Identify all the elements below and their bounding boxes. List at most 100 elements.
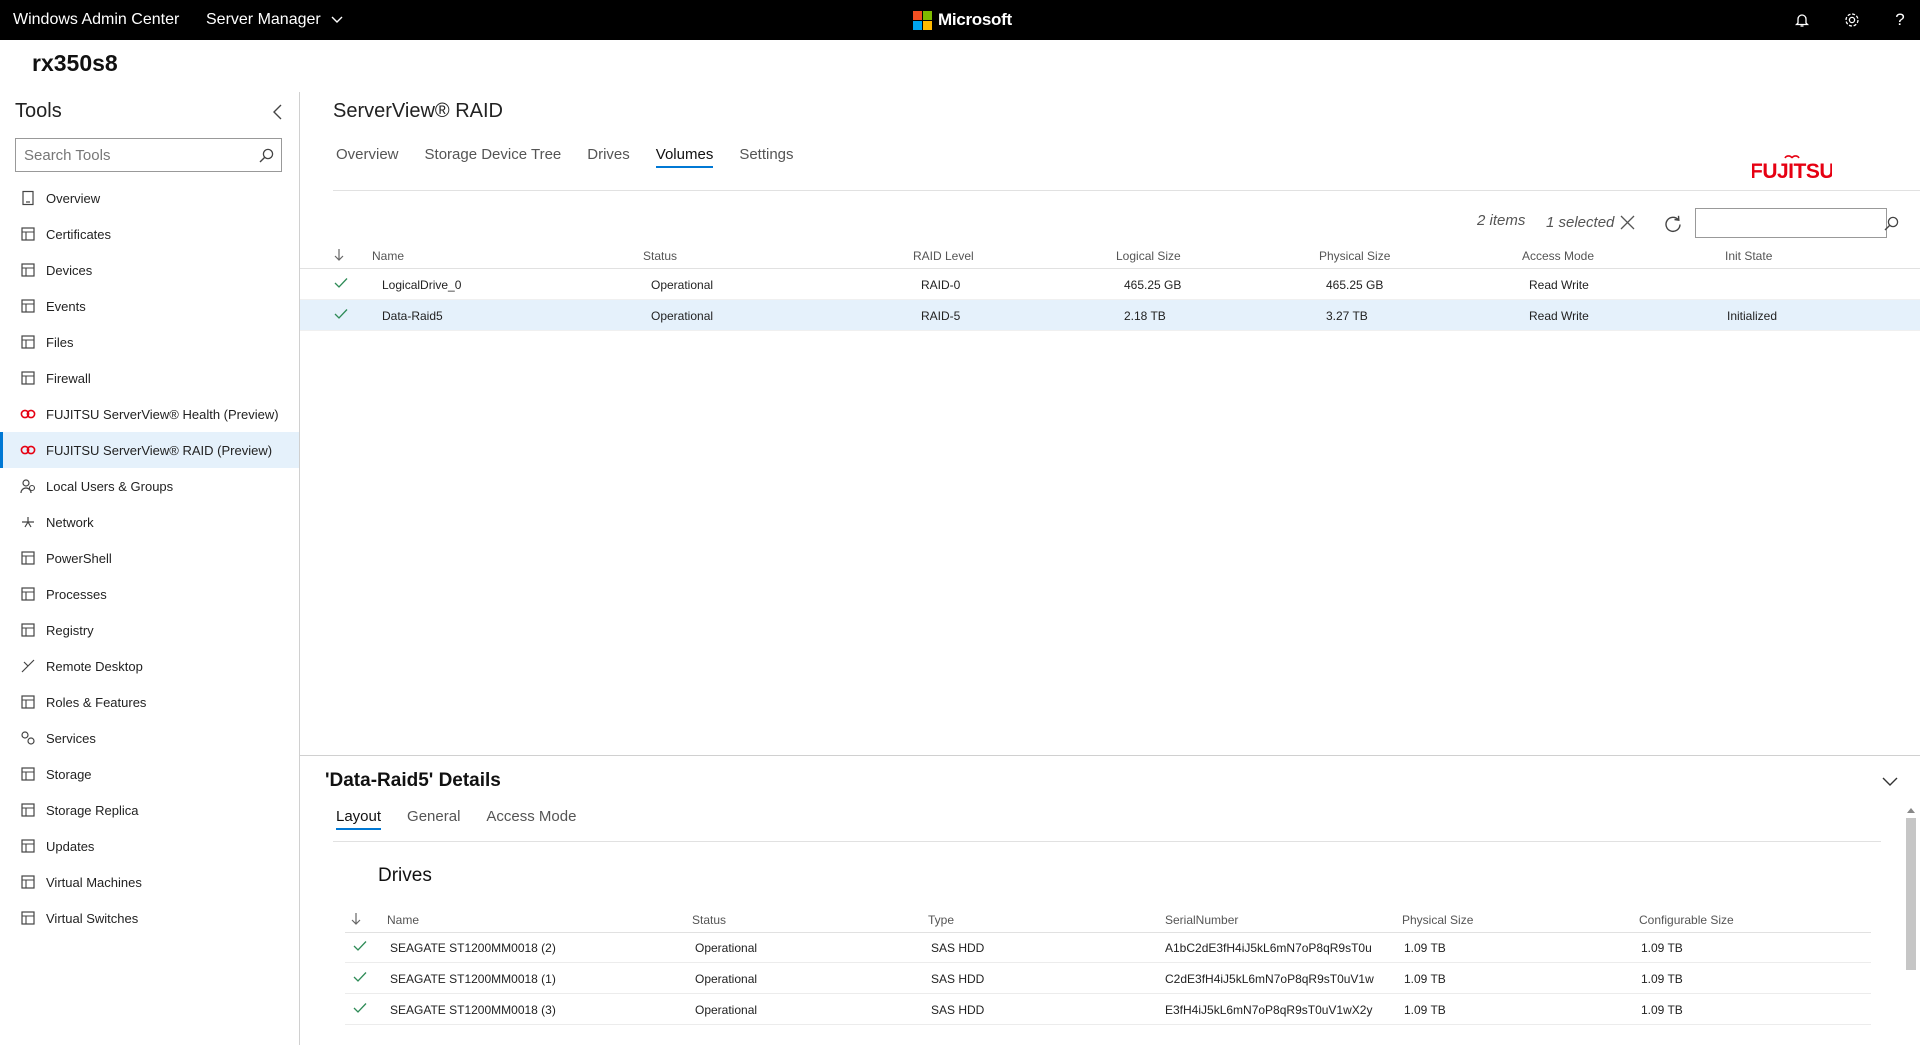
drive-col-header-configurable-size[interactable]: Configurable Size xyxy=(1639,913,1734,927)
volume-row[interactable]: LogicalDrive_0 Operational RAID-0 465.25 GB… xyxy=(300,269,1920,300)
tab-settings[interactable]: Settings xyxy=(739,146,793,168)
tool-item-fujitsu-serverview-health-preview[interactable]: FUJITSU ServerView® Health (Preview) xyxy=(0,396,299,432)
tool-item-registry[interactable]: Registry xyxy=(0,612,299,648)
col-header-name[interactable]: Name xyxy=(372,249,404,263)
tool-item-label: Services xyxy=(46,730,96,746)
collapse-sidebar-button[interactable] xyxy=(268,102,286,122)
processes-icon xyxy=(20,586,36,602)
tool-item-label: FUJITSU ServerView® Health (Preview) xyxy=(46,406,279,422)
help-icon[interactable]: ? xyxy=(1890,10,1910,30)
tool-item-overview[interactable]: Overview xyxy=(0,180,299,216)
drive-col-header-status[interactable]: Status xyxy=(692,913,726,927)
drives-grid-body: SEAGATE ST1200MM0018 (2) Operational SAS H… xyxy=(345,932,1871,1025)
tool-item-label: Network xyxy=(46,514,94,530)
drive-col-header-type[interactable]: Type xyxy=(928,913,954,927)
sort-arrow-icon[interactable] xyxy=(334,248,344,264)
col-header-logical-size[interactable]: Logical Size xyxy=(1116,249,1181,263)
registry-icon xyxy=(20,622,36,638)
cell-status: Operational xyxy=(651,278,714,292)
powershell-icon xyxy=(20,550,36,566)
tool-item-label: Storage xyxy=(46,766,92,782)
cell-serial-number: A1bC2dE3fH4iJ5kL6mN7oP8qR9sT0u xyxy=(1165,941,1372,955)
search-icon[interactable] xyxy=(251,148,281,163)
chevron-left-icon xyxy=(272,104,281,120)
col-header-init-state[interactable]: Init State xyxy=(1725,249,1772,263)
tool-item-label: Roles & Features xyxy=(46,694,147,710)
cell-type: SAS HDD xyxy=(931,972,985,986)
tool-item-storage-replica[interactable]: Storage Replica xyxy=(0,792,299,828)
details-tab-layout[interactable]: Layout xyxy=(336,808,382,830)
gear-icon[interactable] xyxy=(1842,10,1862,30)
col-header-physical-size[interactable]: Physical Size xyxy=(1319,249,1390,263)
drive-col-header-name[interactable]: Name xyxy=(387,913,419,927)
search-icon[interactable] xyxy=(1884,216,1899,231)
tool-item-updates[interactable]: Updates xyxy=(0,828,299,864)
collapse-details-button[interactable] xyxy=(1880,772,1900,792)
tool-item-virtual-switches[interactable]: Virtual Switches xyxy=(0,900,299,936)
product-name[interactable]: Windows Admin Center xyxy=(13,11,179,29)
tool-item-label: Virtual Switches xyxy=(46,910,139,926)
refresh-icon[interactable] xyxy=(1662,213,1684,235)
devices-icon xyxy=(20,262,36,278)
tool-item-roles-features[interactable]: Roles & Features xyxy=(0,684,299,720)
scroll-up-arrow-icon[interactable] xyxy=(1907,808,1915,813)
tool-item-devices[interactable]: Devices xyxy=(0,252,299,288)
tab-volumes[interactable]: Volumes xyxy=(655,146,714,168)
server-manager-dropdown[interactable]: Server Manager xyxy=(206,11,343,29)
tool-item-fujitsu-serverview-raid-preview[interactable]: FUJITSU ServerView® RAID (Preview) xyxy=(0,432,299,468)
tool-item-services[interactable]: Services xyxy=(0,720,299,756)
overview-icon xyxy=(20,190,36,206)
storage-icon xyxy=(20,766,36,782)
cell-physical-size: 1.09 TB xyxy=(1404,1003,1446,1017)
files-icon xyxy=(20,334,36,350)
drive-row[interactable]: SEAGATE ST1200MM0018 (2) Operational SAS H… xyxy=(345,932,1871,963)
drive-col-header-serial[interactable]: SerialNumber xyxy=(1165,913,1238,927)
drive-col-header-physical-size[interactable]: Physical Size xyxy=(1402,913,1473,927)
tool-item-virtual-machines[interactable]: Virtual Machines xyxy=(0,864,299,900)
col-header-raid-level[interactable]: RAID Level xyxy=(913,249,974,263)
tool-item-certificates[interactable]: Certificates xyxy=(0,216,299,252)
storage-replica-icon xyxy=(20,802,36,818)
tool-item-storage[interactable]: Storage xyxy=(0,756,299,792)
tool-item-label: Storage Replica xyxy=(46,802,139,818)
tool-item-network[interactable]: Network xyxy=(0,504,299,540)
tool-item-remote-desktop[interactable]: Remote Desktop xyxy=(0,648,299,684)
volume-row[interactable]: Data-Raid5 Operational RAID-5 2.18 TB 3.27 T… xyxy=(300,300,1920,331)
tool-item-label: Files xyxy=(46,334,74,350)
pane-splitter[interactable] xyxy=(300,755,1920,756)
tool-item-label: Certificates xyxy=(46,226,112,242)
tool-item-files[interactable]: Files xyxy=(0,324,299,360)
tab-drives[interactable]: Drives xyxy=(587,146,630,168)
cell-logical-size: 465.25 GB xyxy=(1124,278,1182,292)
col-header-access-mode[interactable]: Access Mode xyxy=(1522,249,1594,263)
details-scrollbar[interactable] xyxy=(1905,808,1917,1045)
search-tools-box xyxy=(15,138,282,172)
tab-overview[interactable]: Overview xyxy=(336,146,399,168)
bell-icon[interactable] xyxy=(1792,10,1812,30)
sort-arrow-icon[interactable] xyxy=(351,912,361,928)
virtual-switches-icon xyxy=(20,910,36,926)
scrollbar-thumb[interactable] xyxy=(1906,818,1916,970)
tool-item-firewall[interactable]: Firewall xyxy=(0,360,299,396)
check-icon xyxy=(353,940,367,955)
tool-item-powershell[interactable]: PowerShell xyxy=(0,540,299,576)
cell-name: LogicalDrive_0 xyxy=(382,278,462,292)
drive-row[interactable]: SEAGATE ST1200MM0018 (1) Operational SAS H… xyxy=(345,963,1871,994)
drive-row[interactable]: SEAGATE ST1200MM0018 (3) Operational SAS H… xyxy=(345,994,1871,1025)
cell-name: SEAGATE ST1200MM0018 (1) xyxy=(390,972,556,986)
tab-storage-device-tree[interactable]: Storage Device Tree xyxy=(425,146,562,168)
tool-item-processes[interactable]: Processes xyxy=(0,576,299,612)
cell-configurable-size: 1.09 TB xyxy=(1641,941,1683,955)
remote-desktop-icon xyxy=(20,658,36,674)
tool-item-local-users-groups[interactable]: Local Users & Groups xyxy=(0,468,299,504)
list-search-input[interactable] xyxy=(1696,210,1884,236)
cell-access-mode: Read Write xyxy=(1529,309,1589,323)
details-tab-access-mode[interactable]: Access Mode xyxy=(486,808,576,830)
col-header-status[interactable]: Status xyxy=(643,249,677,263)
tool-item-label: Processes xyxy=(46,586,107,602)
search-tools-input[interactable] xyxy=(16,140,251,170)
cell-serial-number: C2dE3fH4iJ5kL6mN7oP8qR9sT0uV1w xyxy=(1165,972,1374,986)
tool-item-events[interactable]: Events xyxy=(0,288,299,324)
clear-selection-icon[interactable] xyxy=(1620,215,1635,230)
details-tab-general[interactable]: General xyxy=(407,808,460,830)
